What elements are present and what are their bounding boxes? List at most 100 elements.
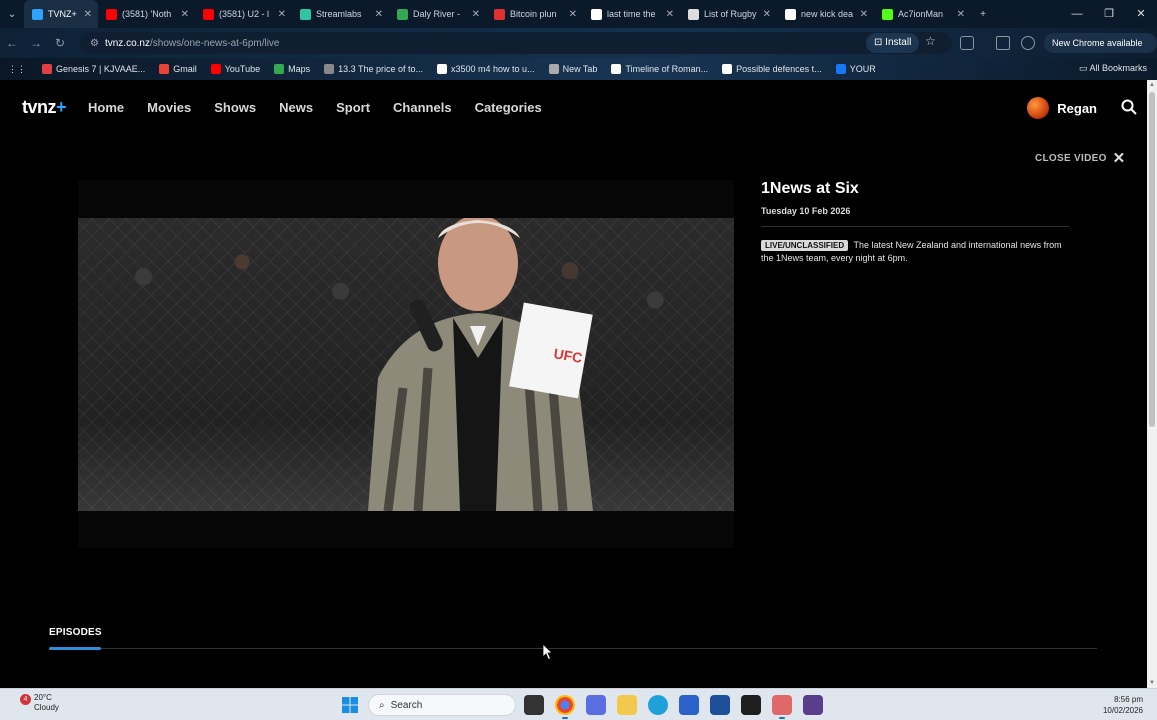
active-tab-indicator	[49, 647, 101, 650]
browser-tab[interactable]: new kick dea ✕	[777, 0, 874, 28]
tab-close-icon[interactable]: ✕	[759, 9, 771, 20]
taskbar-apps	[524, 695, 834, 719]
page-scrollbar[interactable]: ▲ ▼	[1147, 80, 1157, 688]
mouse-cursor-icon	[543, 644, 553, 660]
tab-favicon-icon	[882, 8, 893, 20]
apps-grid-icon[interactable]: ⋮⋮	[8, 64, 26, 75]
tab-favicon-icon	[32, 8, 43, 20]
new-tab-button[interactable]: +	[971, 9, 995, 20]
nav-channels[interactable]: Channels	[393, 100, 452, 115]
rating-badge: LIVE/UNCLASSIFIED	[761, 240, 849, 251]
nav-news[interactable]: News	[279, 100, 313, 115]
taskbar-search[interactable]: ⌕ Search	[368, 694, 516, 716]
bookmark-item[interactable]: Genesis 7 | KJVAAE...	[42, 64, 145, 74]
close-window-icon[interactable]: ✕	[1125, 0, 1157, 28]
nav-categories[interactable]: Categories	[475, 100, 542, 115]
browser-tab[interactable]: Ac7ionMan ✕	[874, 0, 971, 28]
bookmark-item[interactable]: New Tab	[548, 64, 597, 74]
tab-label: new kick dea	[801, 9, 854, 19]
profile-icon[interactable]	[1021, 36, 1035, 50]
chrome-icon[interactable]	[555, 695, 575, 719]
address-bar[interactable]: ⚙ tvnz.co.nz/shows/one-news-at-6pm/live	[80, 32, 952, 54]
browser-tab[interactable]: Daly River - ✕	[389, 0, 486, 28]
video-player[interactable]: UFC	[78, 180, 734, 548]
copilot-icon[interactable]	[586, 695, 606, 715]
bookmark-item[interactable]: YOUR	[835, 64, 876, 74]
browser-tab[interactable]: (3581) U2 - l ✕	[195, 0, 292, 28]
file-explorer-icon[interactable]	[617, 695, 637, 715]
tab-search-icon[interactable]: ⌄	[0, 9, 24, 20]
app-icon[interactable]	[803, 695, 823, 715]
bookmark-item[interactable]: 13.3 The price of to...	[324, 64, 423, 74]
search-icon[interactable]	[1121, 99, 1137, 115]
extensions-icon[interactable]	[960, 36, 974, 50]
tab-label: Streamlabs	[316, 9, 362, 19]
back-icon[interactable]: ←	[0, 36, 24, 50]
windows-start-icon[interactable]	[342, 697, 358, 713]
weather-widget[interactable]: 4 20°C Cloudy	[14, 693, 59, 713]
bookmark-item[interactable]: Timeline of Roman...	[611, 64, 708, 74]
reload-icon[interactable]: ↻	[48, 36, 72, 50]
bookmark-star-icon[interactable]: ☆	[925, 34, 936, 48]
edge-icon[interactable]	[648, 695, 668, 715]
tab-close-icon[interactable]: ✕	[468, 9, 480, 20]
taskbar-search-placeholder: Search	[390, 699, 423, 711]
system-clock[interactable]: 8:56 pm 10/02/2026	[1103, 694, 1143, 716]
bookmark-label: Timeline of Roman...	[625, 64, 709, 74]
video-frame[interactable]: UFC	[78, 218, 734, 511]
tab-label: (3581) 'Noth	[122, 9, 172, 19]
store-icon[interactable]	[710, 695, 730, 715]
tab-label: List of Rugby	[704, 9, 757, 19]
bookmark-label: Genesis 7 | KJVAAE...	[56, 64, 146, 74]
tab-close-icon[interactable]: ✕	[80, 9, 92, 20]
bookmark-item[interactable]: Gmail	[159, 64, 197, 74]
logo-text: tvnz	[22, 96, 57, 117]
outlook-icon[interactable]	[679, 695, 699, 715]
browser-tab[interactable]: (3581) 'Noth ✕	[98, 0, 195, 28]
tab-episodes[interactable]: EPISODES	[49, 627, 102, 638]
update-chrome-button[interactable]: New Chrome available ⋮	[1044, 33, 1157, 68]
site-info-icon[interactable]: ⚙	[90, 38, 99, 49]
task-view-icon[interactable]	[524, 695, 544, 715]
media-icon[interactable]	[996, 36, 1010, 50]
tab-close-icon[interactable]: ✕	[662, 9, 674, 20]
maximize-icon[interactable]: ❐	[1093, 0, 1125, 28]
nav-home[interactable]: Home	[88, 100, 124, 115]
snipping-tool-icon[interactable]	[772, 695, 792, 719]
install-app-button[interactable]: ⊡ Install	[866, 33, 920, 53]
close-video-button[interactable]: CLOSE VIDEO ✕	[1035, 149, 1126, 167]
tab-label: last time the	[607, 9, 656, 19]
tab-close-icon[interactable]: ✕	[856, 9, 868, 20]
scrollbar-thumb[interactable]	[1149, 92, 1155, 427]
tvnz-logo[interactable]: tvnz+	[22, 96, 67, 118]
bookmark-item[interactable]: Possible defences t...	[722, 64, 822, 74]
scroll-up-icon[interactable]: ▲	[1147, 82, 1157, 88]
tab-close-icon[interactable]: ✕	[565, 9, 577, 20]
clock-time: 8:56 pm	[1114, 695, 1143, 704]
bookmark-label: Gmail	[173, 64, 197, 74]
user-menu[interactable]: Regan	[1027, 97, 1097, 119]
tab-close-icon[interactable]: ✕	[177, 9, 189, 20]
tab-close-icon[interactable]: ✕	[371, 9, 383, 20]
tab-close-icon[interactable]: ✕	[274, 9, 286, 20]
bookmark-item[interactable]: YouTube	[210, 64, 260, 74]
nav-sport[interactable]: Sport	[336, 100, 370, 115]
url-host: tvnz.co.nz	[104, 37, 150, 49]
tab-favicon-icon	[494, 8, 505, 20]
browser-tab[interactable]: List of Rugby ✕	[680, 0, 777, 28]
nav-movies[interactable]: Movies	[147, 100, 191, 115]
bookmark-item[interactable]: x3500 m4 how to u...	[437, 64, 535, 74]
terminal-icon[interactable]	[741, 695, 761, 715]
bookmark-item[interactable]: Maps	[274, 64, 310, 74]
browser-tab[interactable]: last time the ✕	[583, 0, 680, 28]
forward-icon[interactable]: →	[24, 36, 48, 50]
browser-tab[interactable]: Streamlabs ✕	[292, 0, 389, 28]
scroll-down-icon[interactable]: ▼	[1147, 680, 1157, 686]
all-bookmarks-button[interactable]: ▭ All Bookmarks	[1079, 63, 1147, 74]
tab-close-icon[interactable]: ✕	[953, 9, 965, 20]
nav-shows[interactable]: Shows	[214, 100, 256, 115]
browser-tab[interactable]: TVNZ+ ✕	[24, 0, 98, 28]
main-nav: Home Movies Shows News Sport Channels Categori…	[88, 100, 565, 115]
browser-tab[interactable]: Bitcoin plun ✕	[486, 0, 583, 28]
minimize-icon[interactable]: —	[1061, 0, 1093, 28]
